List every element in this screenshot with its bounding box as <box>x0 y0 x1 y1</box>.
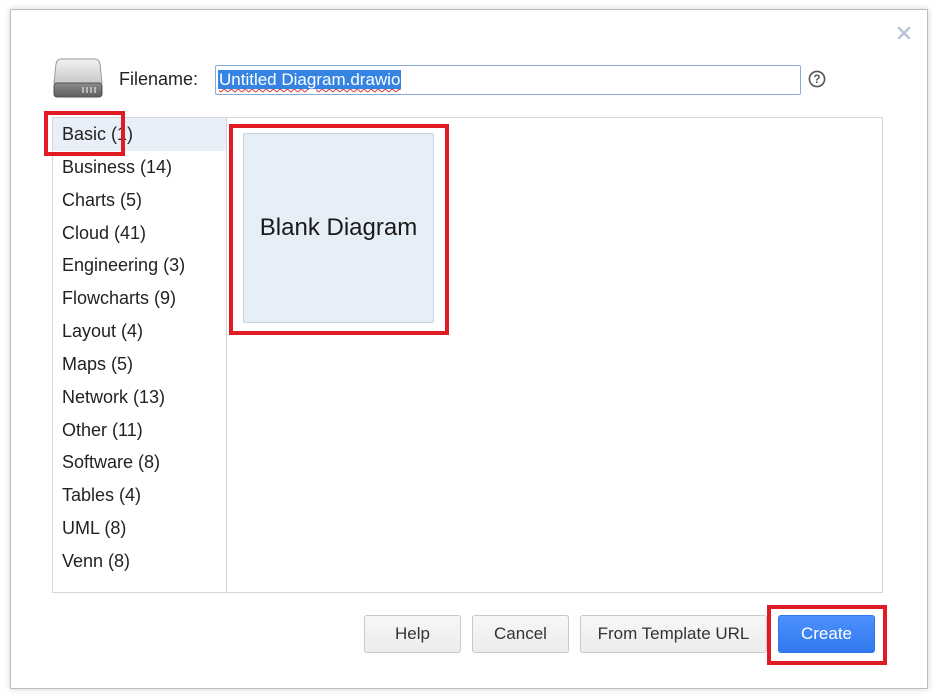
help-symbol: ? <box>813 74 820 86</box>
category-software[interactable]: Software (8) <box>53 446 226 479</box>
category-engineering[interactable]: Engineering (3) <box>53 249 226 282</box>
help-button[interactable]: Help <box>364 615 461 653</box>
category-network[interactable]: Network (13) <box>53 381 226 414</box>
category-cloud[interactable]: Cloud (41) <box>53 217 226 250</box>
category-tables[interactable]: Tables (4) <box>53 479 226 512</box>
from-template-url-button[interactable]: From Template URL <box>580 615 767 653</box>
filename-label: Filename: <box>119 69 199 89</box>
category-basic[interactable]: Basic (1) <box>53 118 226 151</box>
category-other[interactable]: Other (11) <box>53 414 226 447</box>
category-flowcharts[interactable]: Flowcharts (9) <box>53 282 226 315</box>
template-panel: Basic (1) Business (14) Charts (5) Cloud… <box>52 117 883 593</box>
category-maps[interactable]: Maps (5) <box>53 348 226 381</box>
category-uml[interactable]: UML (8) <box>53 512 226 545</box>
category-list: Basic (1) Business (14) Charts (5) Cloud… <box>53 118 227 592</box>
category-charts[interactable]: Charts (5) <box>53 184 226 217</box>
category-business[interactable]: Business (14) <box>53 151 226 184</box>
create-button[interactable]: Create <box>778 615 875 653</box>
category-venn[interactable]: Venn (8) <box>53 545 226 578</box>
hard-disk-icon <box>53 58 103 98</box>
template-grid: Blank Diagram <box>228 118 882 592</box>
filename-selected-text: Untitled Diagram.drawio <box>218 70 402 89</box>
cancel-button[interactable]: Cancel <box>472 615 569 653</box>
filename-input[interactable]: Untitled Diagram.drawio <box>215 65 801 95</box>
close-icon[interactable] <box>895 24 913 42</box>
question-circle-icon[interactable]: ? <box>808 70 826 88</box>
category-layout[interactable]: Layout (4) <box>53 315 226 348</box>
blank-diagram-template[interactable]: Blank Diagram <box>243 133 434 323</box>
